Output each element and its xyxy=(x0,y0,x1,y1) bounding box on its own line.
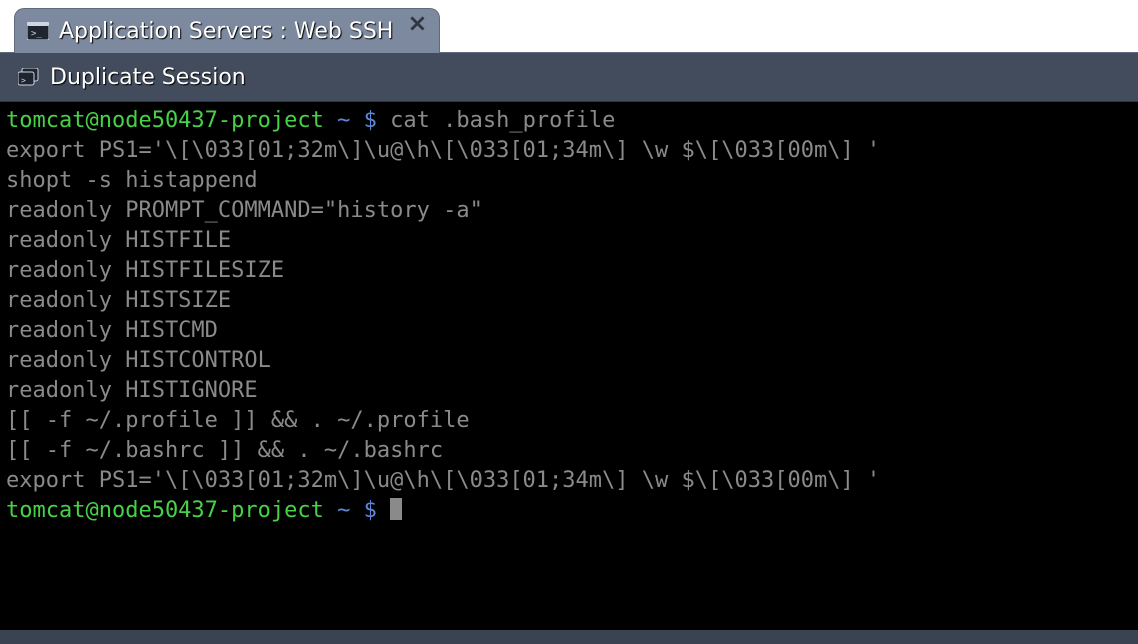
tab-title: Application Servers : Web SSH xyxy=(59,19,393,44)
prompt-symbol: $ xyxy=(364,498,377,523)
terminal-line: readonly HISTCMD xyxy=(6,318,218,343)
terminal-line: readonly HISTCONTROL xyxy=(6,348,271,373)
prompt-symbol: $ xyxy=(364,108,377,133)
prompt-user-host: tomcat@node50437-project xyxy=(6,498,324,523)
terminal-line: shopt -s histappend xyxy=(6,168,258,193)
terminal-line: readonly HISTSIZE xyxy=(6,288,231,313)
terminal-line: readonly HISTIGNORE xyxy=(6,378,258,403)
terminal-line: export PS1='\[\033[01;32m\]\u@\h\[\033[0… xyxy=(6,138,880,163)
panel: >_ Duplicate Session tomcat@node50437-pr… xyxy=(0,52,1138,630)
terminal-command: cat .bash_profile xyxy=(390,108,615,133)
terminal-output[interactable]: tomcat@node50437-project ~ $ cat .bash_p… xyxy=(0,102,1138,630)
terminal-line: readonly HISTFILE xyxy=(6,228,231,253)
terminal-cursor xyxy=(390,498,402,520)
terminal-line: export PS1='\[\033[01;32m\]\u@\h\[\033[0… xyxy=(6,468,880,493)
terminal-line: readonly PROMPT_COMMAND="history -a" xyxy=(6,198,483,223)
tab-web-ssh[interactable]: >_ Application Servers : Web SSH × xyxy=(14,8,440,53)
svg-text:>_: >_ xyxy=(21,76,31,85)
toolbar: >_ Duplicate Session xyxy=(0,53,1138,102)
svg-text:>_: >_ xyxy=(31,29,42,39)
close-icon[interactable]: × xyxy=(407,11,427,35)
prompt-path: ~ xyxy=(337,108,350,133)
duplicate-session-icon: >_ xyxy=(18,68,40,86)
duplicate-session-button[interactable]: Duplicate Session xyxy=(50,65,246,90)
tab-strip: >_ Application Servers : Web SSH × xyxy=(0,0,1138,52)
prompt-user-host: tomcat@node50437-project xyxy=(6,108,324,133)
terminal-icon: >_ xyxy=(27,22,49,40)
terminal-line: [[ -f ~/.profile ]] && . ~/.profile xyxy=(6,408,470,433)
terminal-line: [[ -f ~/.bashrc ]] && . ~/.bashrc xyxy=(6,438,443,463)
terminal-line: readonly HISTFILESIZE xyxy=(6,258,284,283)
prompt-path: ~ xyxy=(337,498,350,523)
